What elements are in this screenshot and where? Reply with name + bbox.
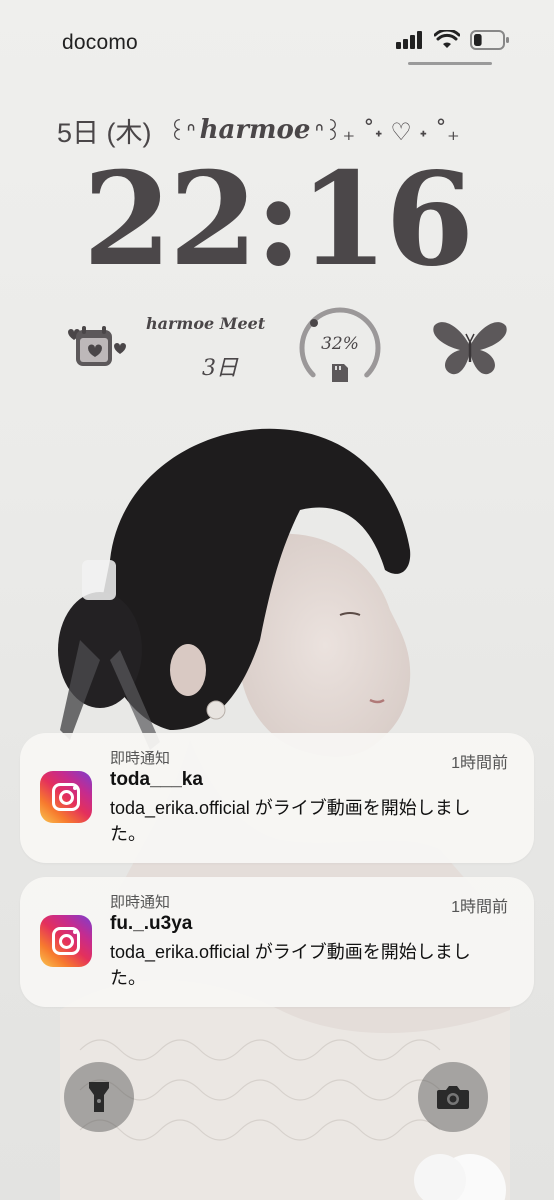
deco-name: harmoe (199, 115, 311, 145)
notification-card[interactable]: 即時通知 1時間前 toda___ka toda_erika.official … (20, 733, 534, 863)
date-text: 5日 (木) (57, 117, 152, 148)
flashlight-button[interactable] (64, 1062, 134, 1132)
meet-countdown-widget[interactable]: harmoe Meet 3日 (140, 314, 265, 390)
signal-icon (396, 31, 422, 49)
deco-right: ᐢ꒱₊ ˚˖ ♡ ˖ ˚₊ (314, 118, 460, 146)
notification-title: toda___ka (110, 769, 203, 790)
notification-app-label: 即時通知 (110, 750, 171, 767)
notification-body: toda_erika.official がライブ動画を開始しました。 (110, 798, 471, 844)
butterfly-icon (433, 322, 507, 375)
lock-screen-clock[interactable]: 22:16 (0, 150, 554, 290)
status-icons (396, 30, 510, 50)
date-line: 5日 (木) ꒰ᐢ harmoe ᐢ꒱₊ ˚˖ ♡ ˖ ˚₊ (57, 112, 507, 148)
battery-percent: 32% (321, 334, 359, 354)
deco-left: ꒰ᐢ (167, 118, 196, 146)
battery-ring-widget[interactable]: 32% (296, 304, 384, 392)
notification-app-label: 即時通知 (110, 894, 171, 911)
battery-icon (470, 30, 509, 50)
instagram-icon (40, 915, 92, 967)
meet-days: 3日 (202, 356, 238, 381)
wifi-icon (434, 30, 460, 48)
camera-icon (437, 1086, 469, 1109)
notification-title: fu._.u3ya (110, 913, 193, 934)
sd-card-icon (332, 364, 348, 382)
widgets-row: harmoe Meet 3日 32% (0, 300, 554, 400)
notification-time: 1時間前 (451, 899, 508, 916)
calendar-heart-icon (68, 326, 126, 366)
calendar-widget[interactable] (62, 322, 128, 372)
status-bar: docomo (0, 0, 554, 80)
notification-center-hint (408, 62, 492, 65)
camera-button[interactable] (418, 1062, 488, 1132)
carrier-name: docomo (62, 31, 138, 54)
butterfly-widget[interactable] (430, 316, 510, 382)
notification-body: toda_erika.official がライブ動画を開始しました。 (110, 942, 471, 988)
notification-card[interactable]: 即時通知 1時間前 fu._.u3ya toda_erika.official … (20, 877, 534, 1007)
meet-title: harmoe Meet (146, 314, 266, 333)
instagram-icon (40, 771, 92, 823)
flashlight-icon (89, 1082, 109, 1112)
notification-time: 1時間前 (451, 755, 508, 772)
